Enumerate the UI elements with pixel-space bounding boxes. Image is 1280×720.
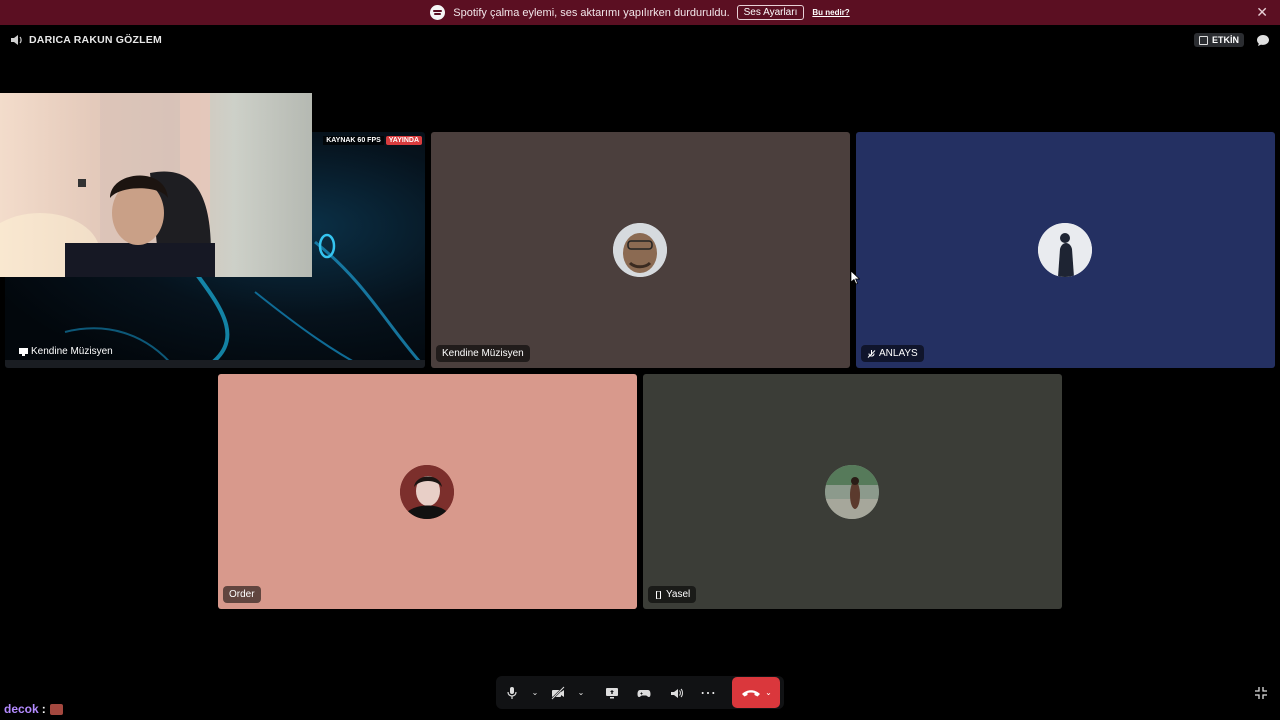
- chat-overlay-line: decok :: [4, 702, 63, 716]
- participant-tile[interactable]: Yasel: [643, 374, 1062, 609]
- exit-fullscreen-icon[interactable]: [1254, 686, 1268, 700]
- activity-status-label: ETKİN: [1212, 35, 1239, 45]
- muted-icon: [867, 349, 876, 358]
- chat-separator: :: [41, 702, 46, 716]
- microphone-options-button[interactable]: ⌄: [528, 676, 542, 709]
- camera-button[interactable]: [542, 676, 574, 709]
- participant-name-tag: Yasel: [648, 586, 697, 603]
- stream-badges: KAYNAK 60 FPS YAYINDA: [323, 136, 422, 145]
- mouse-cursor-icon: [851, 271, 860, 285]
- microphone-icon: [507, 686, 517, 699]
- disconnect-button[interactable]: ⌄: [732, 677, 780, 708]
- mobile-icon: [656, 590, 661, 599]
- participant-avatar: [825, 465, 879, 519]
- participant-tile[interactable]: Kendine Müzisyen: [431, 132, 850, 368]
- activity-icon: [1199, 35, 1208, 45]
- participant-name-tag: ANLAYS: [861, 345, 924, 362]
- hang-up-icon: [742, 689, 761, 696]
- screen-share-button[interactable]: [596, 676, 628, 709]
- participant-name: Order: [229, 589, 255, 600]
- spotify-icon: [430, 5, 446, 20]
- soundboard-icon: [671, 688, 683, 698]
- microphone-button[interactable]: [496, 676, 528, 709]
- participant-tile[interactable]: ANLAYS: [856, 132, 1275, 368]
- webcam-person: [0, 93, 215, 293]
- disconnect-options-arrow[interactable]: ⌄: [765, 688, 772, 697]
- camera-off-icon: [551, 685, 565, 700]
- screen-share-icon: [19, 347, 28, 356]
- participant-avatar: [613, 223, 667, 277]
- gamepad-icon: [637, 689, 651, 697]
- soundboard-button[interactable]: [660, 676, 692, 709]
- source-fps-badge: KAYNAK 60 FPS: [323, 136, 384, 145]
- channel-name: DARICA RAKUN GÖZLEM: [29, 34, 162, 46]
- more-options-button[interactable]: ⋯: [692, 676, 724, 709]
- activity-status-badge[interactable]: ETKİN: [1194, 33, 1244, 47]
- chat-username: decok: [4, 702, 39, 716]
- activities-button[interactable]: [628, 676, 660, 709]
- help-link[interactable]: Bu nedir?: [812, 8, 849, 17]
- participant-tile[interactable]: Order: [218, 374, 637, 609]
- channel-header: DARICA RAKUN GÖZLEM: [10, 34, 162, 46]
- participant-name: ANLAYS: [879, 348, 918, 359]
- participant-avatar: [400, 465, 454, 519]
- participant-avatar: [1038, 223, 1092, 277]
- banner-close-icon[interactable]: ✕: [1256, 4, 1268, 21]
- stream-name-tag: Kendine Müzisyen: [13, 343, 119, 360]
- voice-channel-icon: [11, 35, 22, 45]
- notification-banner: Spotify çalma eylemi, ses aktarımı yapıl…: [0, 0, 1280, 25]
- call-controls: ⌄ ⌄ ⋯ ⌄: [496, 676, 784, 709]
- stream-user-name: Kendine Müzisyen: [31, 346, 113, 357]
- camera-options-button[interactable]: ⌄: [574, 676, 588, 709]
- participant-name: Kendine Müzisyen: [442, 348, 524, 359]
- live-badge: YAYINDA: [385, 136, 422, 145]
- participant-name-tag: Order: [223, 586, 261, 603]
- chat-emote-icon: [49, 703, 63, 715]
- sound-settings-button[interactable]: Ses Ayarları: [736, 5, 805, 20]
- banner-message: Spotify çalma eylemi, ses aktarımı yapıl…: [453, 6, 730, 19]
- webcam-overlay: [0, 93, 312, 293]
- participant-name: Yasel: [666, 589, 691, 600]
- screen-share-icon: [606, 687, 618, 698]
- participant-name-tag: Kendine Müzisyen: [436, 345, 530, 362]
- header-actions: ETKİN: [1194, 33, 1270, 47]
- chat-icon[interactable]: [1256, 34, 1270, 47]
- stream-taskbar: [5, 360, 425, 368]
